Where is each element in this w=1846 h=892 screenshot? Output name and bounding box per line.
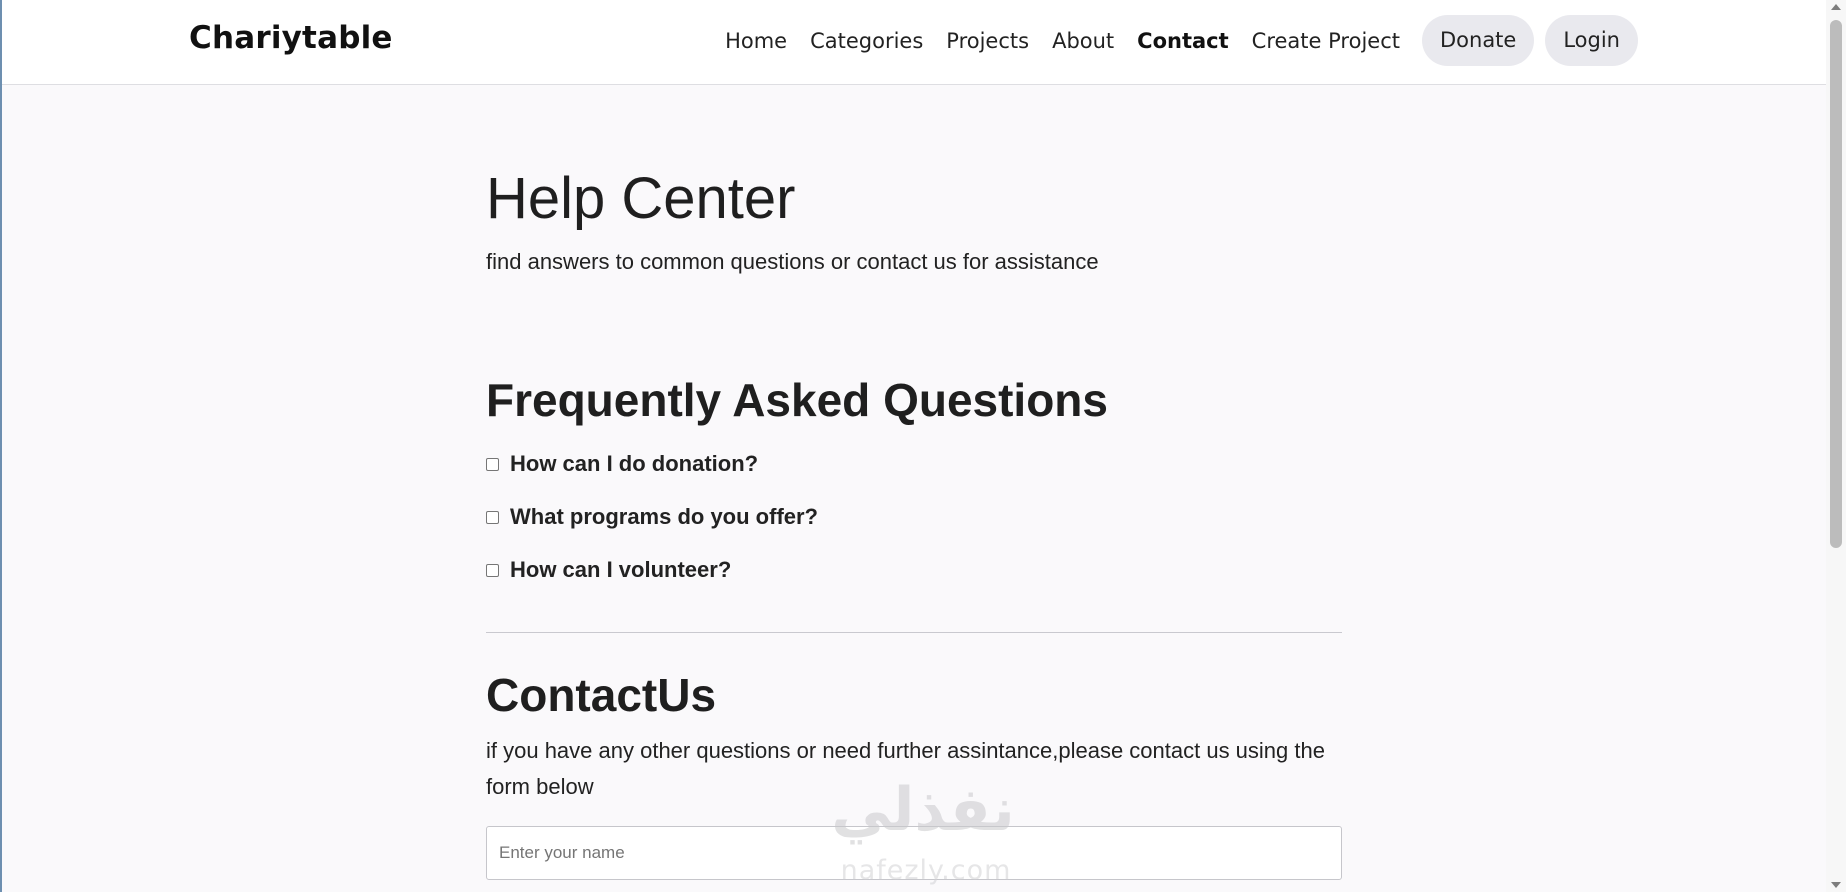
nav-links: Home Categories Projects About Contact C… (702, 15, 1638, 66)
scrollbar-thumb[interactable] (1830, 20, 1842, 548)
contact-title: ContactUs (486, 669, 717, 721)
faq-item: How can I do donation? (486, 451, 758, 477)
nav-link-categories[interactable]: Categories (810, 16, 923, 66)
faq-question[interactable]: How can I do donation? (510, 451, 758, 477)
faq-checkbox[interactable] (486, 563, 499, 577)
name-input[interactable] (486, 826, 1342, 880)
nav-link-create-project[interactable]: Create Project (1252, 16, 1400, 66)
faq-title: Frequently Asked Questions (486, 374, 1108, 426)
navbar: Chariytable Home Categories Projects Abo… (2, 0, 1826, 85)
nav-link-contact[interactable]: Contact (1137, 16, 1229, 66)
donate-button[interactable]: Donate (1421, 15, 1535, 66)
contact-description: if you have any other questions or need … (486, 738, 1325, 799)
vertical-scrollbar[interactable] (1826, 0, 1846, 892)
faq-item: What programs do you offer? (486, 504, 818, 530)
faq-question[interactable]: How can I volunteer? (510, 557, 731, 583)
brand-logo[interactable]: Chariytable (189, 20, 393, 56)
nav-link-about[interactable]: About (1052, 16, 1114, 66)
nav-link-home[interactable]: Home (725, 16, 787, 66)
scroll-up-arrow-icon[interactable] (1831, 4, 1841, 10)
help-center-subtitle: find answers to common questions or cont… (486, 249, 1099, 274)
nav-link-projects[interactable]: Projects (946, 16, 1029, 66)
scroll-down-arrow-icon[interactable] (1831, 882, 1841, 888)
section-divider (486, 632, 1342, 633)
login-button[interactable]: Login (1545, 15, 1638, 66)
faq-checkbox[interactable] (486, 510, 499, 524)
faq-question[interactable]: What programs do you offer? (510, 504, 818, 530)
faq-checkbox[interactable] (486, 457, 499, 471)
window-edge (0, 0, 2, 892)
help-center-title: Help Center (486, 166, 796, 231)
faq-item: How can I volunteer? (486, 557, 731, 583)
